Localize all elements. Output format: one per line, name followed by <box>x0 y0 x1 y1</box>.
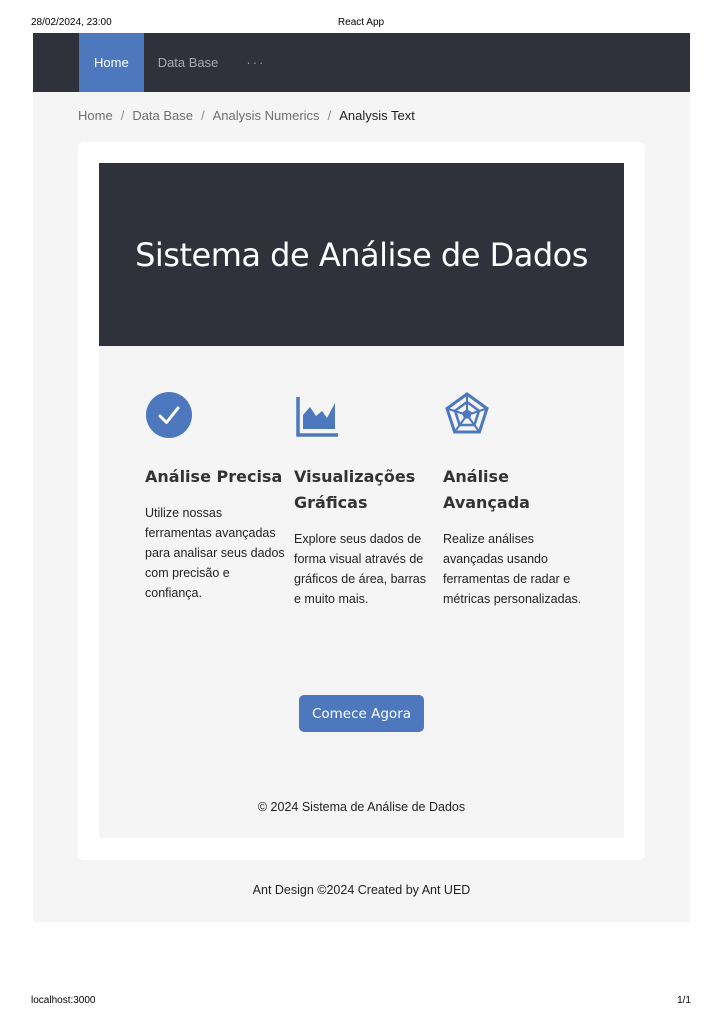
area-chart-icon <box>296 397 338 437</box>
get-started-button[interactable]: Comece Agora <box>299 695 424 732</box>
breadcrumb-separator: / <box>327 108 332 123</box>
nav-item-home[interactable]: Home <box>79 33 144 92</box>
nav-more-ellipsis[interactable]: ··· <box>232 33 279 92</box>
nav-menu: Home Data Base ··· <box>79 33 279 92</box>
breadcrumb-item-analysis-text: Analysis Text <box>339 108 415 123</box>
feature-title: Visualizações Gráficas <box>294 467 416 512</box>
feature-title: Análise Avançada <box>443 467 530 512</box>
breadcrumb: Home / Data Base / Analysis Numerics / A… <box>78 108 415 123</box>
hero-title: Sistema de Análise de Dados <box>135 235 588 274</box>
breadcrumb-separator: / <box>201 108 205 123</box>
print-page-count: 1/1 <box>677 995 691 1006</box>
breadcrumb-item-data-base[interactable]: Data Base <box>132 108 193 123</box>
breadcrumb-item-analysis-numerics[interactable]: Analysis Numerics <box>213 108 320 123</box>
print-footer: localhost:3000 1/1 <box>0 995 722 1009</box>
app-footer: Ant Design ©2024 Created by Ant UED <box>252 883 471 897</box>
top-navbar: Home Data Base ··· <box>33 33 690 92</box>
app-layout: Home Data Base ··· Home / Data Base / An… <box>33 33 690 922</box>
feature-title: Análise Precisa <box>145 467 283 486</box>
print-header: 28/02/2024, 23:00 React App <box>0 17 722 31</box>
section-footer-text: © 2024 Sistema de Análise de Dados <box>257 800 466 814</box>
feature-description: Realize análises avançadas usando ferram… <box>443 532 582 606</box>
feature-card-precise: Análise Precisa Utilize nossas ferrament… <box>145 391 285 603</box>
landing-section: Sistema de Análise de Dados Análise Prec… <box>99 163 624 838</box>
feature-card-visualizations: Visualizações Gráficas Explore seus dado… <box>294 391 434 609</box>
print-url: localhost:3000 <box>31 995 96 1006</box>
nav-item-data-base[interactable]: Data Base <box>144 33 233 92</box>
breadcrumb-item-home[interactable]: Home <box>78 108 113 123</box>
print-doc-title: React App <box>337 17 385 28</box>
hero-banner: Sistema de Análise de Dados <box>99 163 624 346</box>
radar-chart-icon <box>445 392 489 434</box>
feature-description: Explore seus dados de forma visual atrav… <box>294 532 427 606</box>
feature-description: Utilize nossas ferramentas avançadas par… <box>145 506 285 600</box>
check-circle-icon <box>146 392 192 438</box>
breadcrumb-separator: / <box>120 108 125 123</box>
feature-card-advanced: Análise Avançada Realize análises avança… <box>443 391 583 609</box>
content-card: Sistema de Análise de Dados Análise Prec… <box>78 142 645 860</box>
